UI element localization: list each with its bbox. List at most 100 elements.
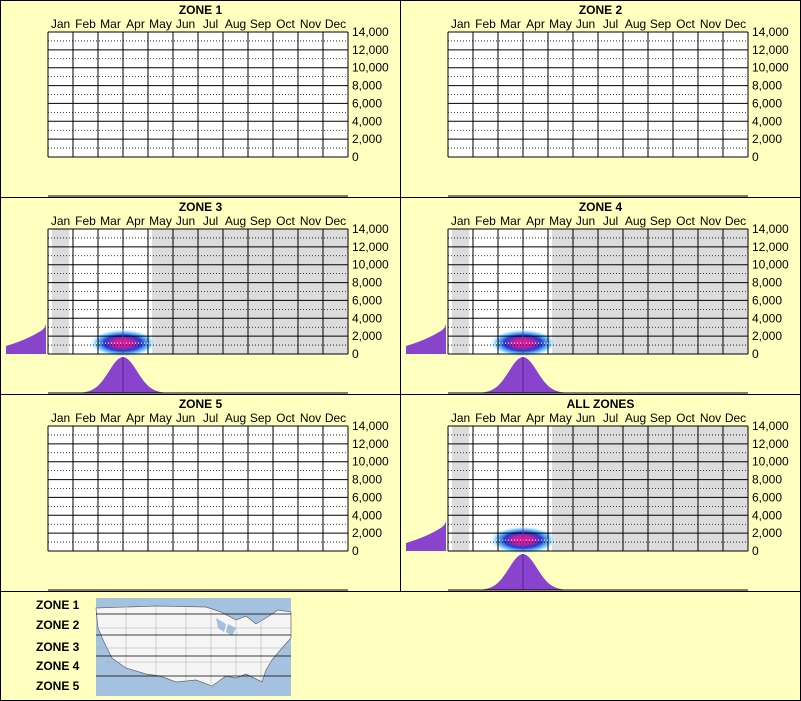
chart-svg: Jan Feb Mar Apr May Jun Jul Aug Sep Oct Nov Dec 14,0…	[47, 411, 389, 591]
y-tick-label: 12,000	[352, 43, 389, 57]
month-label: Nov	[700, 214, 721, 228]
month-label: Aug	[225, 411, 246, 425]
month-density	[448, 554, 748, 590]
y-tick-label: 10,000	[752, 61, 789, 75]
month-label: Dec	[725, 17, 746, 31]
elevation-density	[406, 521, 446, 551]
legend-zone-5: ZONE 5	[36, 679, 80, 693]
y-tick-label: 10,000	[352, 258, 389, 272]
y-tick-label: 4,000	[352, 311, 382, 325]
y-tick-label: 2,000	[752, 132, 782, 146]
y-tick-label: 0	[752, 544, 759, 558]
y-tick-label: 8,000	[752, 473, 782, 487]
month-label: Feb	[475, 411, 496, 425]
month-label: Apr	[526, 214, 545, 228]
month-label: Jan	[451, 17, 470, 31]
us-map-image	[95, 598, 292, 696]
y-tick-label: 6,000	[752, 293, 782, 307]
month-label: Apr	[126, 17, 145, 31]
month-label: Jun	[576, 214, 595, 228]
month-label: Mar	[100, 214, 121, 228]
y-tick-label: 12,000	[352, 437, 389, 451]
month-label: Feb	[475, 17, 496, 31]
month-label: May	[549, 214, 572, 228]
month-label: May	[149, 214, 172, 228]
y-tick-label: 14,000	[352, 25, 389, 39]
y-tick-label: 12,000	[752, 240, 789, 254]
y-tick-label: 10,000	[352, 455, 389, 469]
y-tick-label: 6,000	[352, 293, 382, 307]
y-tick-label: 0	[752, 347, 759, 361]
month-label: Aug	[625, 214, 646, 228]
chart-svg: Jan Feb Mar Apr May Jun Jul Aug Sep Oct Nov Dec 14,0…	[447, 17, 789, 197]
y-tick-label: 4,000	[752, 311, 782, 325]
month-label: Nov	[300, 17, 321, 31]
y-tick-label: 10,000	[752, 258, 789, 272]
y-tick-label: 6,000	[352, 96, 382, 110]
month-label: Jul	[203, 411, 218, 425]
month-label: Mar	[500, 214, 521, 228]
chart-svg: Jan Feb Mar Apr May Jun Jul Aug Sep Oct Nov Dec 14,0…	[406, 411, 789, 591]
month-label: Jan	[51, 17, 70, 31]
month-label: Nov	[300, 214, 321, 228]
y-tick-label: 2,000	[752, 329, 782, 343]
y-tick-label: 8,000	[352, 79, 382, 93]
month-label: Aug	[225, 17, 246, 31]
month-label: Jul	[603, 411, 618, 425]
y-tick-label: 0	[352, 150, 359, 164]
month-label: Aug	[225, 214, 246, 228]
chart-panel-2: ZONE 2 Jan Feb Mar Apr May Jun Jul Aug Sep Oct Nov D…	[400, 0, 801, 198]
legend-zone-1: ZONE 1	[36, 598, 80, 612]
y-tick-label: 0	[752, 150, 759, 164]
month-label: Jul	[203, 17, 218, 31]
y-tick-label: 2,000	[352, 329, 382, 343]
y-tick-label: 4,000	[752, 508, 782, 522]
month-label: Nov	[300, 411, 321, 425]
month-label: Sep	[250, 17, 272, 31]
y-tick-label: 14,000	[352, 222, 389, 236]
y-tick-label: 14,000	[752, 419, 789, 433]
month-label: Dec	[325, 214, 346, 228]
y-tick-label: 4,000	[352, 508, 382, 522]
month-label: Nov	[700, 17, 721, 31]
month-label: Jun	[576, 411, 595, 425]
y-tick-label: 12,000	[352, 240, 389, 254]
month-label: Jul	[603, 17, 618, 31]
month-label: Sep	[650, 214, 672, 228]
month-label: Dec	[725, 411, 746, 425]
chart-panel-5: ZONE 5 Jan Feb Mar Apr May Jun Jul Aug Sep Oct Nov D…	[0, 394, 401, 592]
month-label: Oct	[676, 214, 695, 228]
chart-svg: Jan Feb Mar Apr May Jun Jul Aug Sep Oct Nov Dec 14,0…	[406, 214, 789, 394]
month-label: Oct	[276, 411, 295, 425]
y-tick-label: 8,000	[352, 473, 382, 487]
y-tick-label: 2,000	[352, 132, 382, 146]
y-tick-label: 0	[352, 347, 359, 361]
chart-svg: Jan Feb Mar Apr May Jun Jul Aug Sep Oct Nov Dec 14,0…	[6, 214, 389, 394]
month-label: Jan	[51, 411, 70, 425]
y-tick-label: 12,000	[752, 43, 789, 57]
month-label: Dec	[325, 17, 346, 31]
month-label: Dec	[325, 411, 346, 425]
month-label: Jun	[576, 17, 595, 31]
y-tick-label: 10,000	[352, 61, 389, 75]
month-label: Jun	[176, 411, 195, 425]
month-label: May	[549, 17, 572, 31]
month-label: Jul	[603, 214, 618, 228]
elevation-density	[6, 324, 46, 354]
month-label: Apr	[126, 214, 145, 228]
y-tick-label: 2,000	[752, 526, 782, 540]
y-tick-label: 14,000	[752, 25, 789, 39]
month-label: Oct	[276, 17, 295, 31]
month-label: Apr	[526, 411, 545, 425]
legend-zone-2: ZONE 2	[36, 618, 80, 632]
month-density	[448, 357, 748, 393]
y-tick-label: 6,000	[752, 96, 782, 110]
month-label: Jan	[451, 214, 470, 228]
chart-panel-1: ZONE 1 Jan Feb Mar Apr May Jun Jul Aug Sep Oct Nov D…	[0, 0, 401, 198]
month-density	[48, 357, 348, 393]
chart-panel-4: ZONE 4 Jan Feb Mar Apr May Jun Jul Aug Sep Oct Nov D…	[400, 197, 801, 395]
y-tick-label: 8,000	[352, 276, 382, 290]
month-label: Apr	[526, 17, 545, 31]
month-label: Jul	[203, 214, 218, 228]
month-label: Sep	[250, 411, 272, 425]
